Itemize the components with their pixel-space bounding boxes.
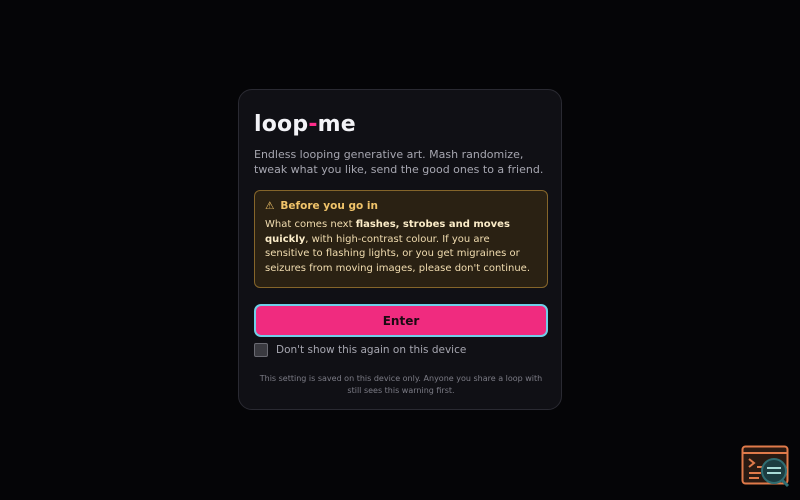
warning-text: What comes next flashes, strobes and mov… (265, 218, 537, 276)
warning-heading: Before you go in (280, 200, 378, 212)
dont-show-again-checkbox[interactable] (254, 343, 268, 357)
photosensitivity-warning-dialog: loop-me Endless looping generative art. … (238, 89, 562, 410)
app-title: loop-me (254, 112, 356, 137)
dont-show-again-label: Don't show this again on this device (276, 344, 467, 356)
title-dash: - (308, 112, 318, 137)
warning-text-after: , with high-contrast colour. If you are … (265, 233, 531, 274)
intro-text: Endless looping generative art. Mash ran… (254, 148, 544, 176)
title-part-2: me (317, 112, 356, 137)
terminal-search-icon[interactable] (741, 445, 791, 489)
dont-show-again-option[interactable]: Don't show this again on this device (254, 343, 466, 357)
footnote-text: This setting is saved on this device onl… (259, 374, 543, 395)
warning-icon: ⚠ (265, 200, 275, 212)
warning-header: ⚠ Before you go in (265, 200, 537, 212)
warning-box: ⚠ Before you go in What comes next flash… (254, 190, 548, 288)
warning-text-before: What comes next (265, 219, 356, 230)
title-part-1: loop (254, 112, 309, 137)
enter-button[interactable]: Enter (254, 304, 548, 337)
